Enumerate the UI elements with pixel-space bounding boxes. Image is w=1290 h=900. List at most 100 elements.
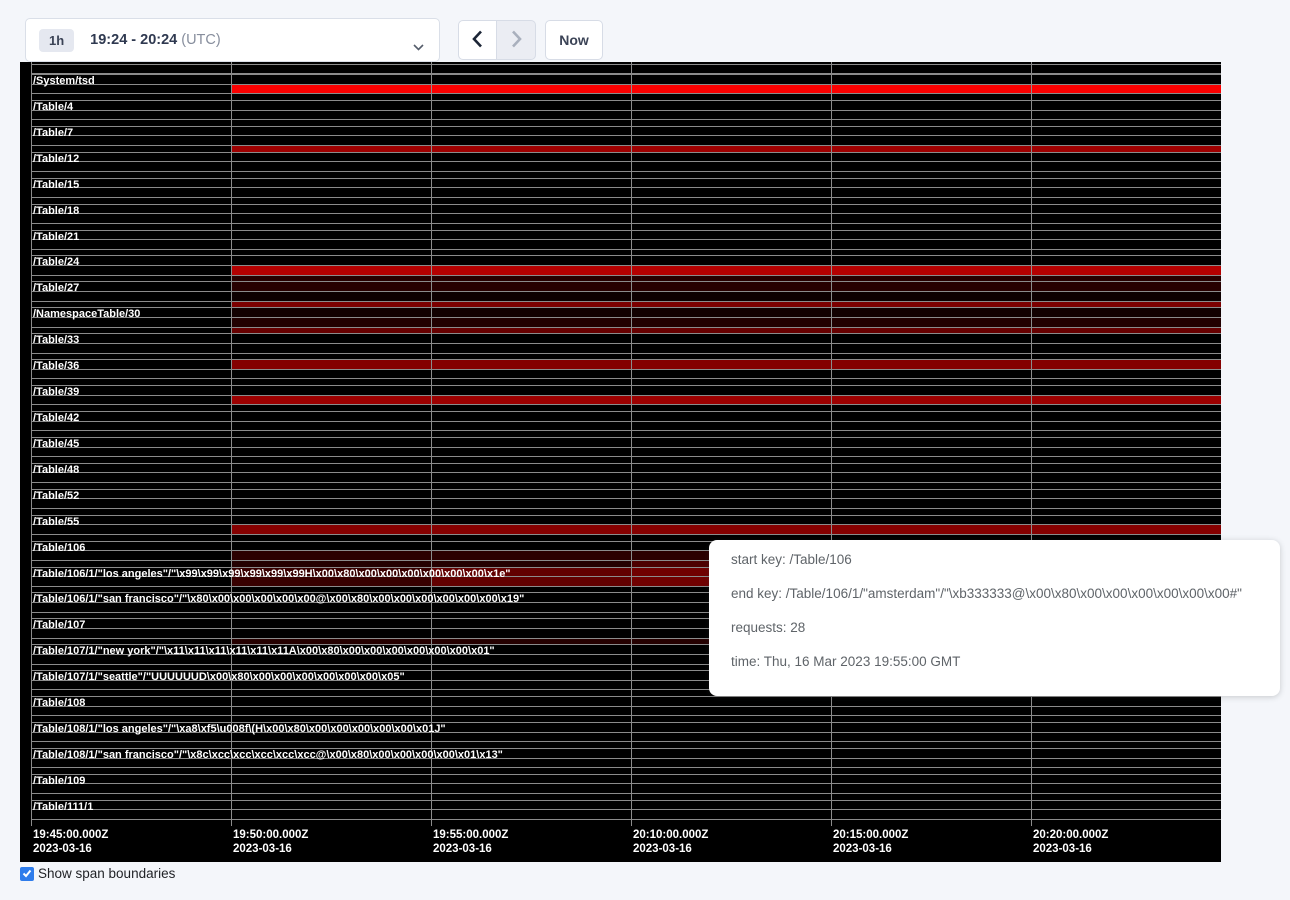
heat-band — [31, 524, 1221, 534]
span-row: /Table/18 — [31, 204, 1221, 230]
span-label: /Table/107 — [33, 620, 85, 631]
span-label: /Table/111/1 — [33, 802, 93, 813]
heat-band — [31, 171, 1221, 178]
time-tick-label: 19:55:00.000Z2023-03-16 — [431, 828, 508, 856]
time-axis: 19:45:00.000Z2023-03-16 19:50:00.000Z2023… — [20, 828, 1221, 860]
chevron-down-icon — [413, 38, 424, 56]
span-label: /Table/106/1/"san francisco"/"\x80\x00\x… — [33, 594, 524, 605]
range-text: 19:24 - 20:24(UTC) — [90, 32, 221, 48]
heat-band: /System/tsd — [31, 74, 1221, 84]
heat-band: /Table/39 — [31, 385, 1221, 395]
span-label: /Table/42 — [33, 413, 79, 424]
span-label: /Table/18 — [33, 206, 79, 217]
heat-band — [31, 119, 1221, 126]
heat-band — [31, 161, 1221, 171]
next-range-button[interactable] — [497, 20, 536, 60]
heat-band — [31, 447, 1221, 457]
span-label: /Table/12 — [33, 154, 79, 165]
chevron-right-icon — [511, 30, 522, 51]
heat-band: /NamespaceTable/30 — [31, 307, 1221, 317]
prev-range-button[interactable] — [458, 20, 497, 60]
span-label: /Table/52 — [33, 491, 79, 502]
heat-band — [31, 819, 1221, 826]
time-tick-label: 19:50:00.000Z2023-03-16 — [231, 828, 308, 856]
heat-band: /Table/108/1/"san francisco"/"\x8c\xcc\x… — [31, 748, 1221, 758]
plot-area[interactable]: /System/tsd/Table/4/Table/7/Table/12/Tab… — [31, 62, 1221, 826]
heat-band — [31, 404, 1221, 411]
heat-band — [31, 395, 1221, 405]
span-label: /Table/108/1/"los angeles"/"\xa8\xf5\u00… — [33, 724, 446, 735]
heat-band — [31, 809, 1221, 819]
span-row: /Table/108/1/"los angeles"/"\xa8\xf5\u00… — [31, 722, 1221, 748]
heat-band: /Table/108/1/"los angeles"/"\xa8\xf5\u00… — [31, 722, 1221, 732]
span-row: /Table/15 — [31, 178, 1221, 204]
heat-band: /Table/18 — [31, 204, 1221, 214]
heat-band: /Table/109 — [31, 774, 1221, 784]
span-label: /Table/39 — [33, 387, 79, 398]
span-label: /Table/55 — [33, 517, 79, 528]
time-gridline — [631, 62, 632, 826]
heat-band — [31, 145, 1221, 152]
heat-band: /Table/21 — [31, 230, 1221, 240]
span-row: /System/tsd — [31, 74, 1221, 100]
heat-band — [31, 110, 1221, 120]
range-timezone: (UTC) — [181, 32, 220, 48]
heat-band — [31, 741, 1221, 748]
span-label: /Table/107/1/"new york"/"\x11\x11\x11\x1… — [33, 646, 495, 657]
heat-band: /Table/24 — [31, 255, 1221, 265]
time-gridline — [231, 62, 232, 826]
heat-band — [31, 706, 1221, 716]
key-visualizer[interactable]: /System/tsd/Table/4/Table/7/Table/12/Tab… — [20, 62, 1221, 862]
heat-band: /Table/15 — [31, 178, 1221, 188]
span-row: /Table/52 — [31, 489, 1221, 515]
span-label: /Table/27 — [33, 283, 79, 294]
heat-band — [31, 291, 1221, 301]
span-row: /Table/111/1 — [31, 800, 1221, 826]
heat-band: /Table/27 — [31, 281, 1221, 291]
span-label: /Table/4 — [33, 102, 73, 113]
time-tick-label: 20:10:00.000Z2023-03-16 — [631, 828, 708, 856]
tooltip-requests: requests: 28 — [731, 618, 1280, 638]
heat-band — [31, 715, 1221, 722]
span-row: /Table/45 — [31, 437, 1221, 463]
heat-band — [31, 482, 1221, 489]
time-range-select[interactable]: 1h 19:24 - 20:24(UTC) — [25, 18, 440, 62]
time-tick-label: 20:15:00.000Z2023-03-16 — [831, 828, 908, 856]
heat-band — [31, 275, 1221, 282]
heat-band: /Table/111/1 — [31, 800, 1221, 810]
span-row: /Table/48 — [31, 463, 1221, 489]
tooltip-time: time: Thu, 16 Mar 2023 19:55:00 GMT — [731, 652, 1280, 672]
hover-tooltip: start key: /Table/106 end key: /Table/10… — [709, 540, 1280, 696]
heat-band — [31, 767, 1221, 774]
heat-band: /Table/108 — [31, 696, 1221, 706]
span-label: /Table/107/1/"seattle"/"UUUUUUD\x00\x80\… — [33, 672, 405, 683]
span-row: /Table/27 — [31, 281, 1221, 307]
span-row: /Table/24 — [31, 255, 1221, 281]
heat-band — [31, 378, 1221, 385]
span-row: /Table/109 — [31, 774, 1221, 800]
tooltip-start-key: start key: /Table/106 — [731, 550, 1280, 570]
heat-band — [31, 421, 1221, 431]
show-span-boundaries-checkbox[interactable] — [20, 867, 34, 881]
span-row: /Table/21 — [31, 230, 1221, 256]
span-row: /Table/39 — [31, 385, 1221, 411]
range-value: 19:24 - 20:24 — [90, 32, 177, 48]
show-span-boundaries-label: Show span boundaries — [38, 866, 175, 881]
plot-top-pad — [31, 62, 1221, 74]
span-row: /NamespaceTable/30 — [31, 307, 1221, 333]
time-gridline — [431, 62, 432, 826]
span-label: /Table/7 — [33, 128, 73, 139]
span-row: /Table/108/1/"san francisco"/"\x8c\xcc\x… — [31, 748, 1221, 774]
heat-band: /Table/12 — [31, 152, 1221, 162]
heat-band — [31, 197, 1221, 204]
span-label: /Table/108/1/"san francisco"/"\x8c\xcc\x… — [33, 750, 503, 761]
time-tick-label: 19:45:00.000Z2023-03-16 — [31, 828, 108, 856]
span-row: /Table/12 — [31, 152, 1221, 178]
heat-band — [31, 135, 1221, 145]
span-label: /Table/106/1/"los angeles"/"\x99\x99\x99… — [33, 569, 511, 580]
now-button[interactable]: Now — [545, 20, 603, 60]
span-row: /Table/33 — [31, 333, 1221, 359]
heat-band — [31, 93, 1221, 100]
span-label: /Table/36 — [33, 361, 79, 372]
span-row: /Table/108 — [31, 696, 1221, 722]
